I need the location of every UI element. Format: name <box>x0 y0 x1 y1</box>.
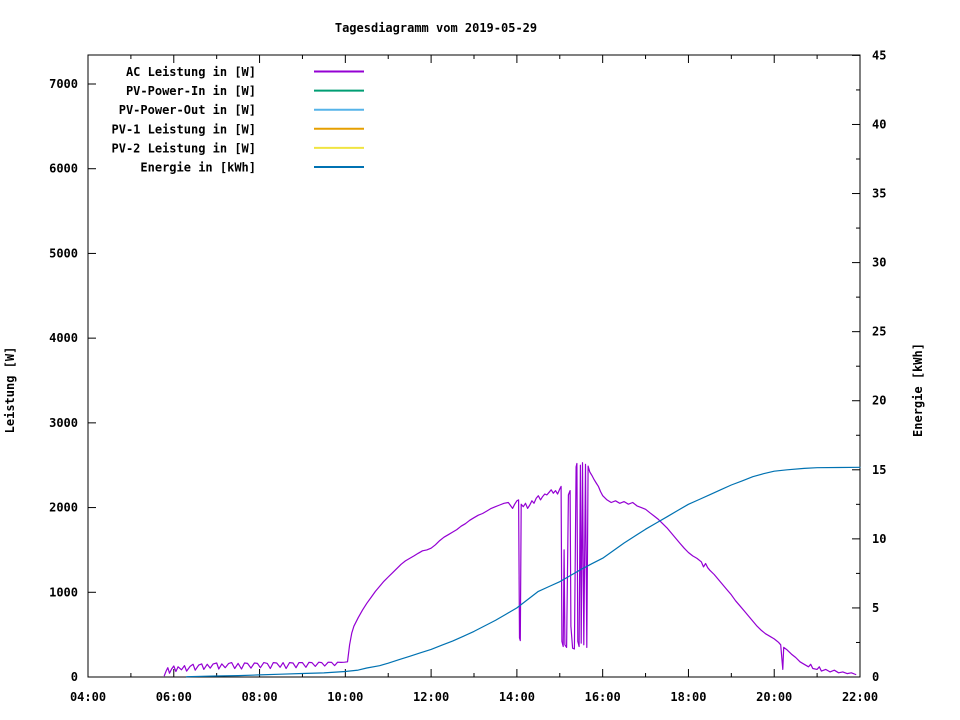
y2-tick-label: 0 <box>872 670 879 684</box>
legend: AC Leistung in [W] PV-Power-In in [W] PV-P… <box>112 65 364 175</box>
x-tick-label: 18:00 <box>670 690 706 704</box>
legend-label: PV-Power-In in [W] <box>126 84 256 98</box>
legend-item-pv-2-leistung: PV-2 Leistung in [W] <box>112 141 364 155</box>
legend-label: PV-1 Leistung in [W] <box>112 122 257 136</box>
x-tick-label: 08:00 <box>241 690 277 704</box>
x-tick-label: 06:00 <box>156 690 192 704</box>
y-tick-label: 2000 <box>49 501 78 515</box>
x-tick-label: 12:00 <box>413 690 449 704</box>
chart-title: Tagesdiagramm vom 2019-05-29 <box>335 21 537 35</box>
y-tick-label: 3000 <box>49 416 78 430</box>
y2-tick-label: 10 <box>872 532 886 546</box>
y-axis-label: Leistung [W] <box>3 347 17 434</box>
chart-page: Tagesdiagramm vom 2019-05-29 Leistung [W… <box>0 0 960 720</box>
x-tick-label: 16:00 <box>585 690 621 704</box>
y-tick-label: 5000 <box>49 246 78 260</box>
y2-tick-label: 25 <box>872 325 886 339</box>
y-tick-label: 0 <box>71 670 78 684</box>
y2-tick-label: 35 <box>872 187 886 201</box>
x-tick-label: 20:00 <box>756 690 792 704</box>
legend-item-pv-power-out: PV-Power-Out in [W] <box>119 103 364 117</box>
series-energie-line <box>186 466 861 678</box>
legend-label: AC Leistung in [W] <box>126 65 256 79</box>
legend-item-energie: Energie in [kWh] <box>140 161 364 175</box>
x-tick-label: 04:00 <box>70 690 106 704</box>
y2-tick-label: 15 <box>872 463 886 477</box>
tagesdiagramm-chart: Tagesdiagramm vom 2019-05-29 Leistung [W… <box>3 21 925 704</box>
legend-label: Energie in [kWh] <box>140 161 256 175</box>
legend-label: PV-2 Leistung in [W] <box>112 141 257 155</box>
y2-tick-label: 45 <box>872 48 886 62</box>
y-tick-label: 1000 <box>49 585 78 599</box>
series-lines <box>163 462 861 678</box>
legend-item-pv-1-leistung: PV-1 Leistung in [W] <box>112 122 364 136</box>
series-ac-leistung-line <box>163 462 857 677</box>
y2-axis-label: Energie [kWh] <box>911 343 925 437</box>
y2-tick-label: 30 <box>872 256 886 270</box>
y-tick-label: 7000 <box>49 77 78 91</box>
legend-label: PV-Power-Out in [W] <box>119 103 256 117</box>
y2-tick-label: 40 <box>872 117 886 131</box>
y-tick-label: 6000 <box>49 162 78 176</box>
legend-item-pv-power-in: PV-Power-In in [W] <box>126 84 364 98</box>
y-tick-label: 4000 <box>49 331 78 345</box>
x-tick-label: 22:00 <box>842 690 878 704</box>
x-tick-label: 14:00 <box>499 690 535 704</box>
x-tick-label: 10:00 <box>327 690 363 704</box>
legend-item-ac-leistung: AC Leistung in [W] <box>126 65 364 79</box>
y2-tick-label: 5 <box>872 601 879 615</box>
y2-tick-label: 20 <box>872 394 886 408</box>
